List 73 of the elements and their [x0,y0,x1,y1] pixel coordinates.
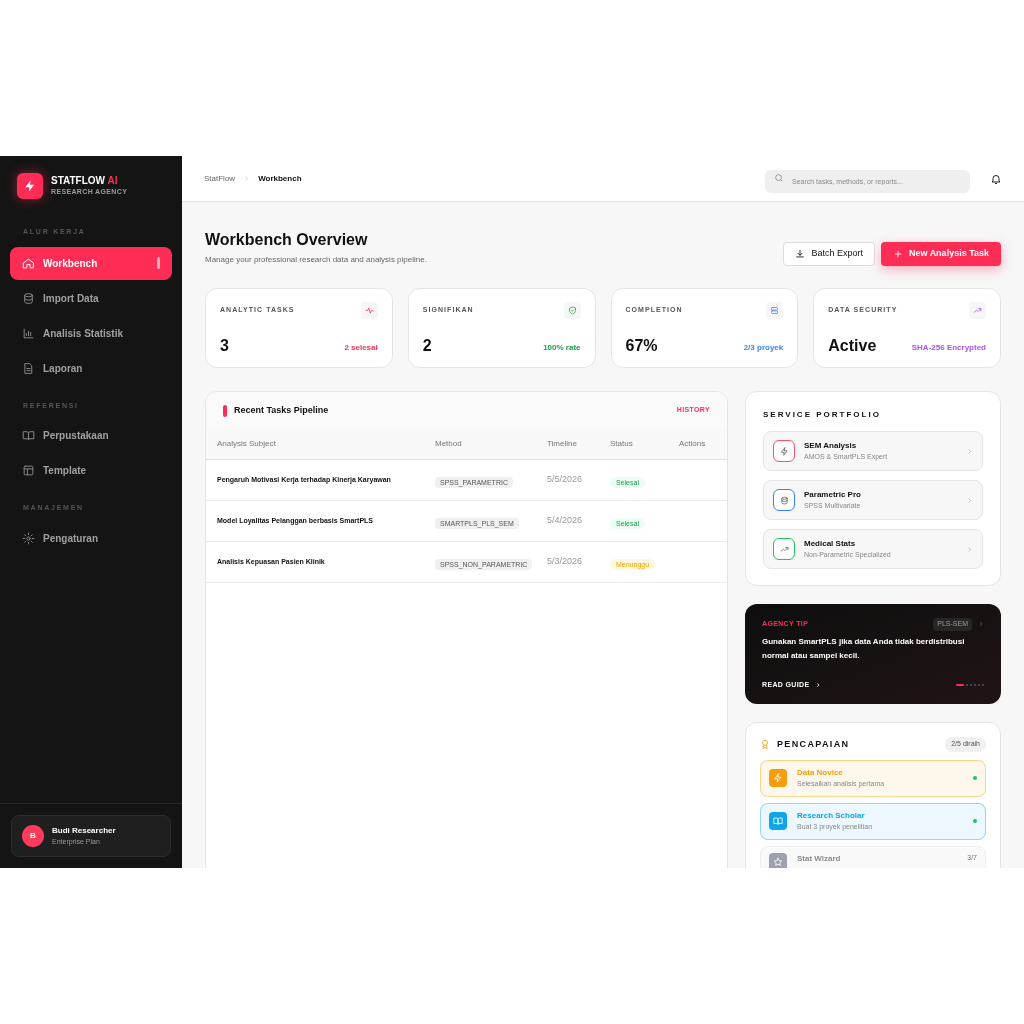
server-icon [770,306,780,315]
book-icon [22,429,35,442]
nav-item[interactable]: Pengaturan [10,521,172,555]
service-name: Medical Stats [804,537,857,550]
card-title: PENCAPAIAN [777,737,850,751]
stat-value: Active [828,338,877,354]
chevron-right-icon [243,175,251,182]
notification-bell-icon[interactable] [990,172,1002,185]
achievement-name: Research Scholar [797,809,866,822]
accent-bar [223,404,227,417]
stat-note: 2/3 proyek [743,342,784,354]
user-name: Budi Researcher [52,824,116,837]
nav-item[interactable]: Template [10,454,172,487]
trending-up-icon [973,306,982,315]
column-header: Timeline [547,438,578,450]
star-icon [773,856,783,867]
nav-item[interactable]: Perpustakaan [10,419,172,452]
user-avatar: B [22,824,44,847]
table-cell-text: 5/5/2026 [547,473,584,487]
brand-name: STATFLOW AI [51,174,119,187]
plus-icon [892,249,903,259]
stat-value: 67% [625,338,658,354]
nav-item[interactable]: Laporan [10,351,172,385]
table-cell-text: 5/4/2026 [547,514,584,528]
bar-chart-icon [22,326,35,340]
layout-icon [22,464,35,477]
database-icon [22,291,35,305]
book-icon [773,816,783,826]
tip-text: Gunakan SmartPLS jika data Anda tidak berdistribusi normal atau sampel kecil. [762,635,966,662]
column-header: Analysis Subject [217,438,277,450]
achievement-name: Stat Wizard [797,852,841,865]
document-icon [22,361,35,375]
nav-item[interactable]: Import Data [10,281,172,315]
active-indicator [157,257,160,269]
search-icon [774,173,784,183]
pulse-icon [364,306,374,315]
service-name: SEM Analysis [804,439,858,452]
card-title: Recent Tasks Pipeline [234,403,329,417]
shield-check-icon [567,306,577,315]
stat-value: 2 [422,338,432,354]
chevron-right-icon [966,496,973,504]
settings-icon [22,531,35,545]
nav-item[interactable]: Workbench [10,246,172,280]
column-header: Actions [679,438,707,450]
download-icon [795,249,806,259]
export-button[interactable]: Batch Export [783,242,875,266]
stat-value: 3 [220,338,229,354]
card-title: SERVICE PORTFOLIO [763,409,882,421]
trending-up-icon [779,544,789,554]
stat-note: 2 selesai [344,342,378,354]
lightning-icon [779,446,789,456]
new-task-button[interactable]: New Analysis Task [880,242,1001,266]
breadcrumb-item[interactable]: StatFlow [204,172,236,185]
page-subtitle: Manage your professional research data and analysis pipeline. [205,254,427,266]
logo-icon [17,173,43,199]
breadcrumb-item: Workbench [258,172,302,185]
page-title: Workbench Overview [205,230,369,250]
table-cell-text: 5/3/2026 [547,555,584,569]
database-icon [779,495,789,505]
service-name: Parametric Pro [804,488,861,501]
nav-item[interactable]: Analisis Statistik [10,316,172,350]
column-header: Method [435,438,463,450]
chevron-right-icon [966,545,973,553]
achievement-name: Data Novice [797,766,844,779]
stat-note: SHA-256 Encrypted [911,342,986,354]
chevron-right-icon[interactable] [978,621,984,628]
stat-note: 100% rate [543,342,581,354]
lightning-icon [773,773,783,783]
award-icon [760,738,770,750]
column-header: Status [610,438,634,450]
chevron-right-icon [815,681,822,688]
chevron-right-icon [966,447,973,455]
home-icon [22,256,35,270]
